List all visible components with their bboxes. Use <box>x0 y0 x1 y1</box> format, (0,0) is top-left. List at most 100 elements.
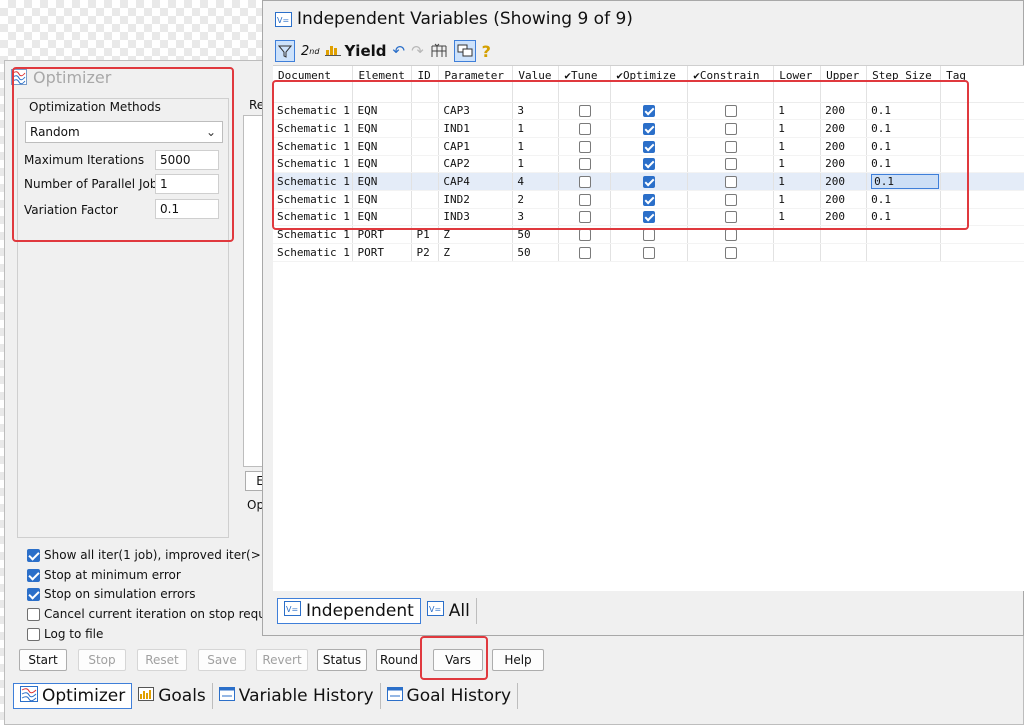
cell-id[interactable] <box>411 172 440 191</box>
cell-optimize[interactable] <box>610 102 689 121</box>
help-button[interactable]: Help <box>492 649 544 671</box>
cell-parameter[interactable]: CAP3 <box>438 102 514 121</box>
col-value[interactable]: Value <box>512 66 560 84</box>
cell-tune[interactable] <box>558 225 612 244</box>
cell-constrain[interactable] <box>687 119 775 138</box>
checkbox-unchecked[interactable] <box>578 246 591 259</box>
cell-element[interactable]: EQN <box>352 137 413 156</box>
checkbox-unchecked[interactable] <box>724 211 737 224</box>
checkbox-unchecked[interactable] <box>643 246 656 259</box>
variation-factor-input[interactable]: 0.1 <box>155 199 219 219</box>
col-constrain[interactable]: ✔Constrain <box>687 66 775 84</box>
cell-element[interactable]: EQN <box>352 190 413 209</box>
cell-document[interactable]: Schematic 1 <box>273 137 354 156</box>
log-to-file-checkbox[interactable]: Log to file <box>27 627 103 641</box>
cell-document[interactable]: Schematic 1 <box>273 208 354 227</box>
method-select[interactable]: Random ⌄ <box>25 121 223 143</box>
undo-icon[interactable]: ↶ <box>393 40 406 62</box>
checkbox-checked[interactable] <box>643 193 656 206</box>
cell-tag[interactable] <box>940 102 1024 121</box>
table-row[interactable]: Schematic 1 EQN IND3 3 1 200 0.1 <box>273 208 1024 227</box>
cell-tag[interactable] <box>940 190 1024 209</box>
filter-icon[interactable] <box>275 40 295 62</box>
cell-tag[interactable] <box>940 137 1024 156</box>
save-button[interactable]: Save <box>198 649 246 671</box>
checkbox-unchecked[interactable] <box>578 211 591 224</box>
checkbox-checked[interactable] <box>643 105 656 118</box>
cell-element[interactable]: PORT <box>352 225 413 244</box>
cell-constrain[interactable] <box>687 172 775 191</box>
cell-upper[interactable]: 200 <box>820 172 868 191</box>
cell-tune[interactable] <box>558 119 612 138</box>
cell-parameter[interactable]: CAP2 <box>438 155 514 174</box>
cell-element[interactable]: EQN <box>352 155 413 174</box>
cell-id[interactable]: P2 <box>411 243 440 262</box>
round-button[interactable]: Round <box>376 649 422 671</box>
cell-optimize[interactable] <box>610 243 689 262</box>
cell-id[interactable] <box>411 119 440 138</box>
cell-value[interactable]: 3 <box>512 208 560 227</box>
cell-document[interactable]: Schematic 1 <box>273 190 354 209</box>
checkbox-unchecked[interactable] <box>724 176 737 189</box>
checkbox-unchecked[interactable] <box>724 140 737 153</box>
cell-parameter[interactable]: CAP1 <box>438 137 514 156</box>
checkbox-unchecked[interactable] <box>724 158 737 171</box>
cell-lower[interactable]: 1 <box>773 102 822 121</box>
cell-document[interactable]: Schematic 1 <box>273 225 354 244</box>
show-all-iter-checkbox[interactable]: Show all iter(1 job), improved iter(>1) <box>27 548 273 562</box>
cell-element[interactable]: EQN <box>352 102 413 121</box>
cell-value[interactable]: 1 <box>512 137 560 156</box>
cell-constrain[interactable] <box>687 102 775 121</box>
cell-constrain[interactable] <box>687 243 775 262</box>
checkbox-unchecked[interactable] <box>27 607 40 621</box>
cell-upper[interactable]: 200 <box>820 208 868 227</box>
table-row[interactable]: Schematic 1 PORT P1 Z 50 <box>273 225 1024 244</box>
cell-constrain[interactable] <box>687 225 775 244</box>
col-element[interactable]: Element <box>352 66 413 84</box>
stop-sim-errors-checkbox[interactable]: Stop on simulation errors <box>27 587 196 601</box>
cell-id[interactable] <box>411 190 440 209</box>
cell-id[interactable] <box>411 102 440 121</box>
cell-upper[interactable]: 200 <box>820 155 868 174</box>
cell-tag[interactable] <box>940 225 1024 244</box>
checkbox-unchecked[interactable] <box>578 140 591 153</box>
cell-parameter[interactable]: IND3 <box>438 208 514 227</box>
tab-goals[interactable]: Goals <box>132 683 213 709</box>
cell-lower[interactable]: 1 <box>773 119 822 138</box>
reset-button[interactable]: Reset <box>137 649 187 671</box>
yield-button[interactable]: Yield <box>325 40 387 62</box>
revert-button[interactable]: Revert <box>256 649 308 671</box>
checkbox-unchecked[interactable] <box>724 193 737 206</box>
checkbox-checked[interactable] <box>27 587 40 601</box>
start-button[interactable]: Start <box>19 649 67 671</box>
cell-lower[interactable]: 1 <box>773 137 822 156</box>
checkbox-unchecked[interactable] <box>578 158 591 171</box>
checkbox-unchecked[interactable] <box>578 229 591 242</box>
checkbox-checked[interactable] <box>643 176 656 189</box>
cell-constrain[interactable] <box>687 208 775 227</box>
cell-lower[interactable]: 1 <box>773 208 822 227</box>
cell-step-size[interactable]: 0.1 <box>866 102 942 121</box>
checkbox-unchecked[interactable] <box>724 123 737 136</box>
cell-step-size[interactable] <box>866 243 942 262</box>
cell-optimize[interactable] <box>610 225 689 244</box>
cell-parameter[interactable]: IND1 <box>438 119 514 138</box>
cell-tag[interactable] <box>940 155 1024 174</box>
cell-upper[interactable] <box>820 225 868 244</box>
checkbox-checked[interactable] <box>643 158 656 171</box>
cell-optimize[interactable] <box>610 119 689 138</box>
col-tag[interactable]: Tag <box>940 66 1024 84</box>
second-order-icon[interactable]: 2nd <box>301 40 319 62</box>
stop-min-error-checkbox[interactable]: Stop at minimum error <box>27 568 181 582</box>
cell-element[interactable]: EQN <box>352 208 413 227</box>
cell-tune[interactable] <box>558 102 612 121</box>
table-row[interactable]: Schematic 1 EQN IND1 1 1 200 0.1 <box>273 119 1024 138</box>
cell-constrain[interactable] <box>687 155 775 174</box>
max-iterations-input[interactable]: 5000 <box>155 150 219 170</box>
cell-document[interactable]: Schematic 1 <box>273 102 354 121</box>
cell-upper[interactable]: 200 <box>820 190 868 209</box>
filter-row[interactable] <box>273 84 1024 103</box>
cell-optimize[interactable] <box>610 172 689 191</box>
help-icon[interactable]: ? <box>482 40 491 62</box>
table-row[interactable]: Schematic 1 EQN CAP4 4 1 200 0.1 <box>273 172 1024 191</box>
